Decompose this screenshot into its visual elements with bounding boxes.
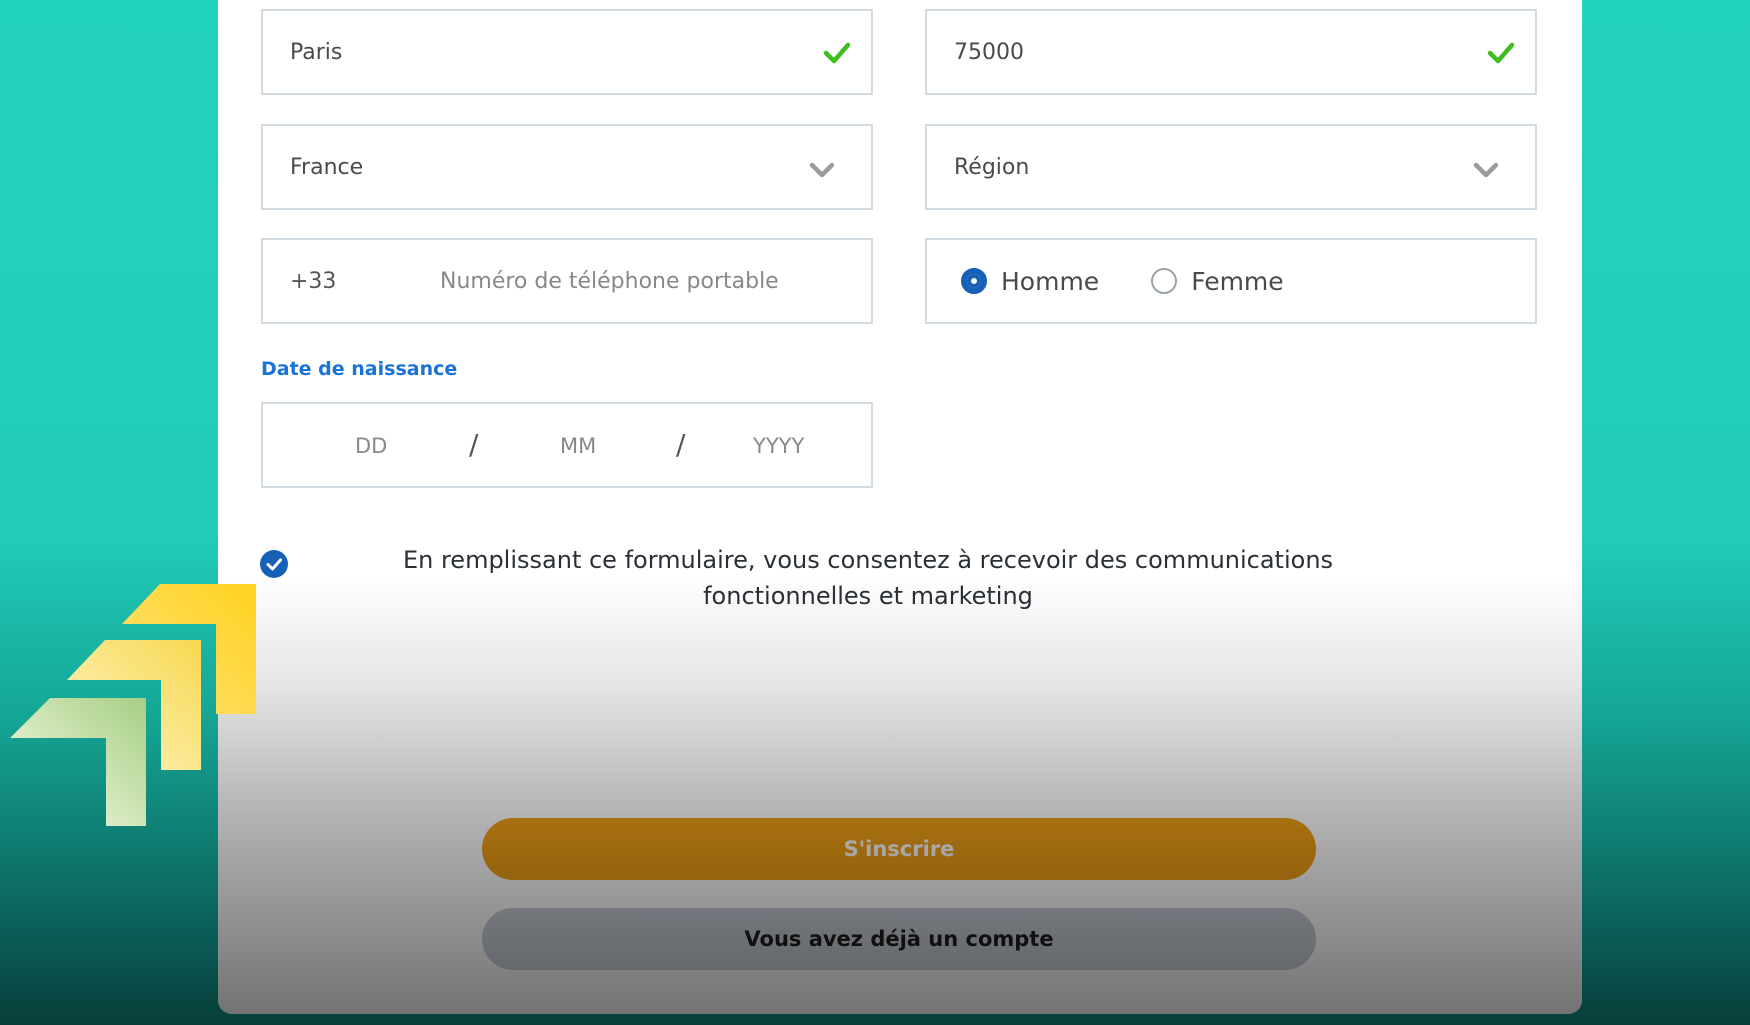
gender-radio-group: Homme Femme: [925, 238, 1537, 324]
birthdate-day-input[interactable]: DD: [355, 434, 387, 458]
city-field[interactable]: Paris: [261, 9, 873, 95]
gender-option-homme[interactable]: Homme: [961, 267, 1099, 296]
birthdate-year-input[interactable]: YYYY: [753, 434, 804, 458]
birthdate-month-input[interactable]: MM: [560, 434, 596, 458]
date-separator: /: [469, 428, 479, 461]
radio-femme[interactable]: [1151, 268, 1178, 294]
region-placeholder: Région: [954, 154, 1030, 180]
region-select[interactable]: Région: [925, 124, 1537, 210]
phone-field[interactable]: +33 Numéro de téléphone portable: [261, 238, 873, 324]
login-button[interactable]: Vous avez déjà un compte: [482, 908, 1316, 970]
birthdate-label: Date de naissance: [261, 358, 458, 380]
postal-code-field[interactable]: 75000: [925, 9, 1537, 95]
country-selected-value: France: [290, 154, 364, 180]
postal-code-value: 75000: [954, 39, 1024, 65]
chevron-down-icon: [1473, 162, 1499, 178]
radio-homme[interactable]: [961, 268, 987, 294]
phone-prefix[interactable]: +33: [290, 269, 440, 294]
consent-checkbox[interactable]: [260, 550, 288, 578]
decorative-arrows-icon: [10, 584, 256, 826]
check-icon: [823, 42, 851, 64]
birthdate-field: DD / MM / YYYY: [261, 402, 873, 488]
date-separator: /: [676, 428, 686, 461]
consent-text: En remplissant ce formulaire, vous conse…: [402, 546, 1334, 610]
check-icon: [1487, 42, 1515, 64]
phone-input-placeholder: Numéro de téléphone portable: [440, 268, 779, 294]
country-select[interactable]: France: [261, 124, 873, 210]
chevron-down-icon: [809, 162, 835, 178]
gender-option-femme[interactable]: Femme: [1151, 266, 1284, 296]
signup-button[interactable]: S'inscrire: [482, 818, 1316, 880]
registration-form-card: Paris 75000 France Région +33 Numéro de …: [218, 0, 1582, 1014]
city-value: Paris: [290, 39, 343, 65]
gender-option-label: Femme: [1191, 266, 1284, 296]
check-icon: [266, 558, 282, 571]
gender-option-label: Homme: [1001, 266, 1100, 296]
